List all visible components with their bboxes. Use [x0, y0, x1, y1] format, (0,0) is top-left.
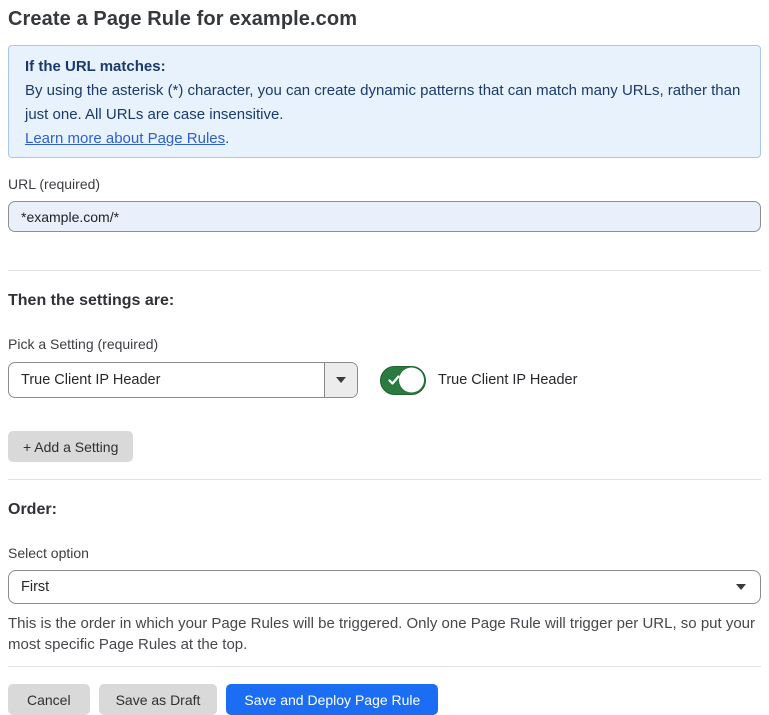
save-as-draft-button[interactable]: Save as Draft — [99, 684, 218, 715]
url-field-label: URL (required) — [8, 175, 761, 193]
divider — [8, 666, 761, 667]
order-select[interactable]: First — [8, 570, 761, 604]
settings-section-heading: Then the settings are: — [8, 290, 761, 312]
info-box-link-line: Learn more about Page Rules. — [25, 127, 744, 151]
setting-toggle[interactable] — [380, 366, 426, 395]
order-select-value: First — [21, 579, 736, 595]
url-input[interactable] — [8, 201, 761, 232]
order-select-label: Select option — [8, 544, 761, 562]
save-and-deploy-button[interactable]: Save and Deploy Page Rule — [226, 684, 438, 715]
cancel-button[interactable]: Cancel — [8, 684, 90, 715]
info-box-body: By using the asterisk (*) character, you… — [25, 79, 744, 127]
add-setting-button[interactable]: + Add a Setting — [8, 431, 133, 462]
page-title: Create a Page Rule for example.com — [8, 5, 761, 33]
url-match-info-box: If the URL matches: By using the asteris… — [8, 45, 761, 158]
pick-setting-label: Pick a Setting (required) — [8, 335, 761, 353]
order-section-heading: Order: — [8, 499, 761, 521]
setting-select[interactable]: True Client IP Header — [8, 362, 358, 398]
chevron-down-icon — [736, 584, 746, 590]
link-suffix: . — [225, 130, 229, 147]
setting-select-value: True Client IP Header — [9, 363, 324, 397]
divider — [8, 479, 761, 480]
setting-toggle-label: True Client IP Header — [438, 372, 577, 388]
order-help-text: This is the order in which your Page Rul… — [8, 613, 758, 655]
footer-actions: Cancel Save as Draft Save and Deploy Pag… — [8, 684, 761, 715]
chevron-down-icon — [336, 377, 346, 383]
info-box-heading: If the URL matches: — [25, 55, 744, 79]
divider — [8, 270, 761, 271]
learn-more-link[interactable]: Learn more about Page Rules — [25, 130, 225, 147]
setting-row: True Client IP Header True Client IP Hea… — [8, 362, 761, 398]
toggle-knob — [399, 368, 424, 393]
setting-select-arrow-segment[interactable] — [324, 363, 357, 397]
